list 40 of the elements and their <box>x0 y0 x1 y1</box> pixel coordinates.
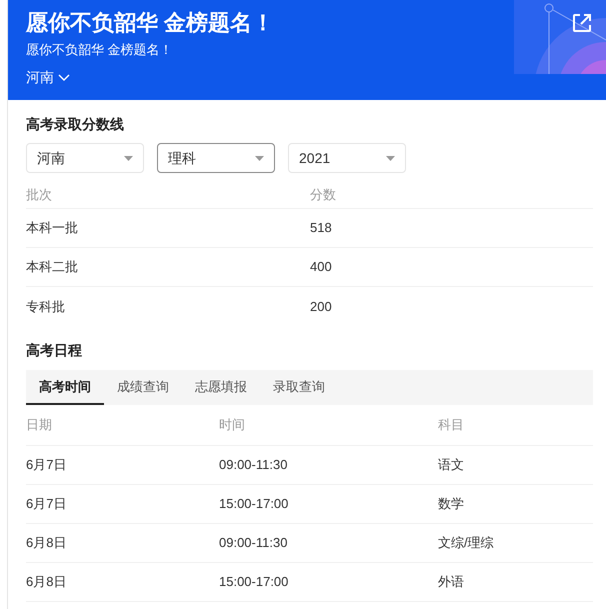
table-cell: 数学 <box>438 496 464 511</box>
table-cell: 400 <box>310 259 332 274</box>
table-cell: 518 <box>310 220 332 235</box>
tab[interactable]: 成绩查询 <box>104 370 182 405</box>
tab[interactable]: 高考时间 <box>26 370 104 405</box>
table-cell: 外语 <box>438 574 464 589</box>
table-cell: 15:00-17:00 <box>219 574 288 589</box>
select-field[interactable]: 2021 <box>288 143 406 173</box>
column-header: 日期 <box>26 417 52 432</box>
table-cell: 本科一批 <box>26 220 78 235</box>
caret-down-icon <box>386 156 395 160</box>
tab[interactable]: 志愿填报 <box>182 370 260 405</box>
table-cell: 09:00-11:30 <box>219 535 288 550</box>
column-header: 批次 <box>26 186 52 202</box>
tab[interactable]: 录取查询 <box>260 370 338 405</box>
table-cell: 6月7日 <box>26 496 66 511</box>
section-title: 高考日程 <box>26 341 83 360</box>
column-header: 科目 <box>438 417 464 432</box>
table-cell: 200 <box>310 298 332 314</box>
table-cell: 6月8日 <box>26 535 66 550</box>
table-cell: 6月8日 <box>26 574 66 589</box>
chevron-down-icon <box>58 74 70 82</box>
select-field[interactable]: 河南 <box>26 143 144 173</box>
caret-down-icon <box>255 156 264 160</box>
banner-subtitle: 愿你不负韶华 金榜题名！ <box>26 41 173 59</box>
external-link-icon[interactable] <box>571 12 593 34</box>
column-header: 时间 <box>219 417 245 432</box>
banner-title: 愿你不负韶华 金榜题名！ <box>26 9 274 37</box>
region-dropdown[interactable]: 河南 <box>26 67 70 88</box>
table-cell: 本科二批 <box>26 259 78 274</box>
table-cell: 文综/理综 <box>438 535 494 550</box>
caret-down-icon <box>124 156 133 160</box>
table-cell: 专科批 <box>26 298 65 314</box>
table-cell: 6月7日 <box>26 457 66 472</box>
table-cell: 09:00-11:30 <box>219 457 288 472</box>
column-header: 分数 <box>310 186 336 202</box>
table-cell: 语文 <box>438 457 464 472</box>
section-title: 高考录取分数线 <box>26 115 125 134</box>
select-field[interactable]: 理科 <box>157 143 275 173</box>
table-cell: 15:00-17:00 <box>219 496 288 511</box>
